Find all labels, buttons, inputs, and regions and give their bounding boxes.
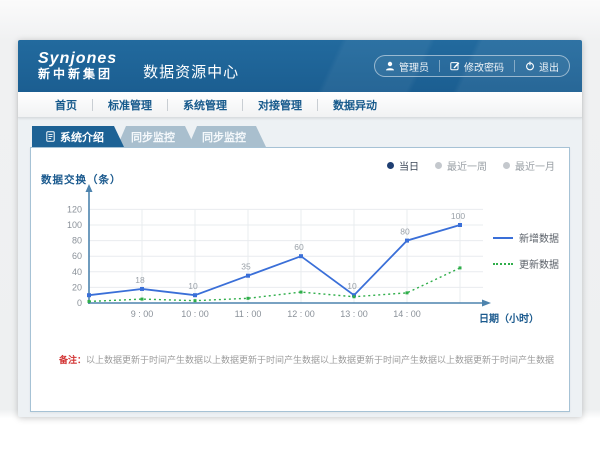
svg-text:12 : 00: 12 : 00 (287, 309, 315, 319)
svg-text:35: 35 (241, 262, 251, 272)
svg-text:100: 100 (67, 220, 82, 230)
legend-item-updated-data[interactable]: 更新数据 (493, 256, 559, 271)
change-password-button[interactable]: 修改密码 (440, 59, 514, 74)
legend-label: 新增数据 (519, 230, 559, 245)
app-window: Synjones 新中新集团 数据资源中心 管理员 修改密码 (18, 40, 582, 417)
svg-text:18: 18 (135, 275, 145, 285)
brand-logo: Synjones 新中新集团 (38, 51, 117, 80)
brand-logo-en: Synjones (38, 51, 117, 68)
user-toolbar: 管理员 修改密码 退出 (374, 55, 570, 77)
power-icon (525, 61, 535, 71)
svg-text:9 : 00: 9 : 00 (131, 309, 154, 319)
main-nav: 首页 标准管理 系统管理 对接管理 数据异动 (18, 92, 582, 118)
logout-label: 退出 (539, 59, 559, 74)
nav-item-data-changes[interactable]: 数据异动 (318, 97, 392, 113)
tab-label: 同步监控 (202, 129, 246, 145)
tab-label: 系统介绍 (60, 129, 104, 145)
svg-text:10: 10 (347, 281, 357, 291)
svg-text:80: 80 (400, 227, 410, 237)
user-menu[interactable]: 管理员 (375, 59, 439, 74)
x-axis-title: 日期（小时） (479, 310, 539, 325)
footnote-text: 以上数据更新于时间产生数据以上数据更新于时间产生数据以上数据更新于时间产生数据以… (86, 355, 555, 365)
nav-item-home[interactable]: 首页 (40, 97, 92, 113)
app-header: Synjones 新中新集团 数据资源中心 管理员 修改密码 (18, 40, 582, 92)
svg-text:20: 20 (72, 282, 82, 292)
legend-item-new-data[interactable]: 新增数据 (493, 230, 559, 245)
page-title: 数据资源中心 (143, 61, 239, 82)
svg-text:0: 0 (77, 298, 82, 308)
footnote-prefix: 备注： (59, 355, 86, 365)
tab-sync-monitor-1[interactable]: 同步监控 (117, 126, 195, 147)
svg-text:100: 100 (451, 211, 465, 221)
user-icon (385, 61, 395, 71)
tab-label: 同步监控 (131, 129, 175, 145)
chart-legend: 新增数据 更新数据 (493, 230, 559, 271)
svg-text:60: 60 (72, 251, 82, 261)
brand-logo-cn: 新中新集团 (38, 68, 117, 81)
svg-text:11 : 00: 11 : 00 (235, 309, 262, 319)
chart-panel: 当日 最近一周 最近一月 数据交换（条） 0204060801001209 : … (30, 147, 570, 412)
nav-item-connection-mgmt[interactable]: 对接管理 (243, 97, 317, 113)
svg-text:10 : 00: 10 : 00 (181, 309, 209, 319)
svg-text:40: 40 (72, 267, 82, 277)
username-label: 管理员 (399, 59, 429, 74)
nav-item-standard-mgmt[interactable]: 标准管理 (93, 97, 167, 113)
line-swatch-icon (493, 263, 513, 265)
document-icon (46, 131, 55, 142)
edit-icon (450, 61, 460, 71)
svg-text:10: 10 (188, 281, 198, 291)
tab-bar: 系统介绍 同步监控 同步监控 (32, 126, 570, 147)
tab-sync-monitor-2[interactable]: 同步监控 (188, 126, 266, 147)
footnote: 备注：以上数据更新于时间产生数据以上数据更新于时间产生数据以上数据更新于时间产生… (59, 354, 555, 367)
logout-button[interactable]: 退出 (515, 59, 569, 74)
nav-item-system-mgmt[interactable]: 系统管理 (168, 97, 242, 113)
tab-system-intro[interactable]: 系统介绍 (32, 126, 124, 147)
change-password-label: 修改密码 (464, 59, 504, 74)
svg-text:60: 60 (294, 242, 304, 252)
svg-text:120: 120 (67, 204, 82, 214)
content-area: 系统介绍 同步监控 同步监控 当日 最近一周 (18, 118, 582, 412)
line-swatch-icon (493, 237, 513, 239)
svg-text:14 : 00: 14 : 00 (393, 309, 421, 319)
legend-label: 更新数据 (519, 256, 559, 271)
svg-text:80: 80 (72, 236, 82, 246)
svg-text:13 : 00: 13 : 00 (340, 309, 368, 319)
